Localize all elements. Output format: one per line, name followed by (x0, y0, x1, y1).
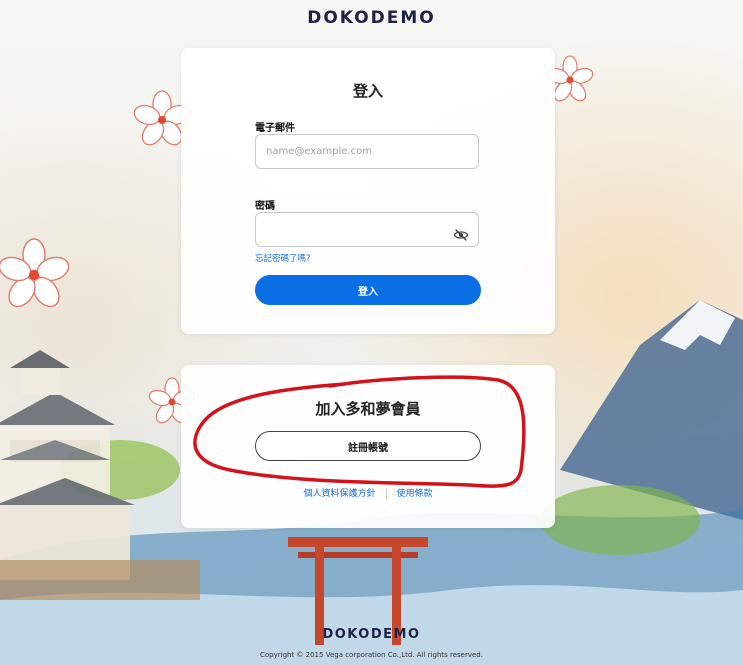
register-button[interactable]: 註冊帳號 (255, 431, 481, 461)
copyright-text: Copyright © 2015 Vega corporation Co.,Lt… (260, 651, 483, 659)
password-label: 密碼 (255, 201, 275, 212)
login-title: 登入 (352, 82, 383, 100)
terms-of-use-link[interactable]: 使用條款 (397, 489, 433, 499)
login-card: 登入 電子郵件 密碼 忘記密碼了嗎? 登入 (181, 48, 555, 334)
footer-links: 個人資料保護方針 使用條款 (181, 486, 555, 499)
link-divider (385, 488, 387, 499)
email-label: 電子郵件 (255, 123, 295, 134)
eye-off-icon[interactable] (453, 227, 469, 243)
privacy-policy-link[interactable]: 個人資料保護方針 (303, 489, 375, 499)
password-field[interactable] (255, 212, 479, 247)
join-card: 加入多和夢會員 註冊帳號 個人資料保護方針 使用條款 (181, 365, 555, 528)
login-button[interactable]: 登入 (255, 275, 481, 305)
join-title: 加入多和夢會員 (315, 400, 421, 418)
brand-logo[interactable]: DOKODEMO (0, 8, 743, 28)
forgot-password-link[interactable]: 忘記密碼了嗎? (255, 252, 311, 264)
email-field[interactable] (255, 134, 479, 169)
footer-logo: DOKODEMO (322, 627, 421, 642)
